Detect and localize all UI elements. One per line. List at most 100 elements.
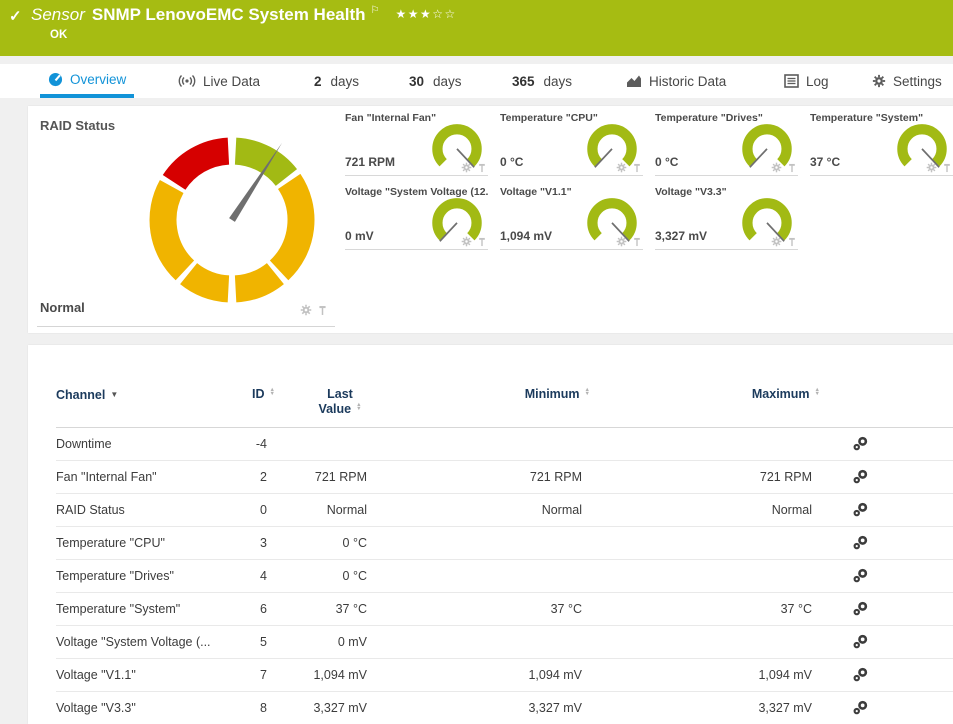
gauge-title: Voltage "V3.3"	[655, 186, 727, 198]
gauge-settings-gear-icon[interactable]	[461, 162, 472, 173]
pin-icon[interactable]	[477, 163, 487, 173]
table-row: Voltage "System Voltage (... 5 0 mV	[56, 625, 953, 658]
channel-last-value: 721 RPM	[275, 460, 375, 493]
channel-settings-icon[interactable]	[853, 601, 868, 616]
sensor-kind-label: Sensor	[31, 5, 85, 24]
status-check-icon: ✓	[9, 7, 22, 25]
priority-stars[interactable]: ★★★☆☆	[395, 7, 456, 21]
broadcast-icon	[178, 74, 196, 88]
channel-last-value: 37 °C	[275, 592, 375, 625]
table-row: Temperature "System" 6 37 °C 37 °C 37 °C	[56, 592, 953, 625]
channel-name: Fan "Internal Fan"	[56, 460, 241, 493]
gauge-settings-gear-icon[interactable]	[771, 162, 782, 173]
channel-last-value: 0 mV	[275, 625, 375, 658]
table-row: Temperature "Drives" 4 0 °C	[56, 559, 953, 592]
pin-icon[interactable]	[787, 163, 797, 173]
channel-id: 6	[241, 592, 275, 625]
gauge-value: 0 °C	[500, 155, 523, 169]
channel-maximum: Normal	[590, 493, 820, 526]
channels-panel: Channel▼ ID▲▼ LastValue▲▼ Minimum▲▼ Maxi…	[28, 345, 953, 724]
sort-icon: ▲▼	[585, 388, 590, 397]
gauge-value: 721 RPM	[345, 155, 395, 169]
channel-minimum: 721 RPM	[375, 460, 590, 493]
table-row: Voltage "V1.1" 7 1,094 mV 1,094 mV 1,094…	[56, 658, 953, 691]
tab-historic-data[interactable]: Historic Data	[618, 64, 734, 98]
channel-id: 4	[241, 559, 275, 592]
column-header-maximum[interactable]: Maximum▲▼	[590, 379, 820, 427]
gauge-value: 37 °C	[810, 155, 840, 169]
sort-icon: ▲▼	[356, 403, 361, 412]
gauge-cell-temperature-system: Temperature "System" 37 °C	[810, 112, 953, 176]
column-header-id[interactable]: ID▲▼	[241, 379, 275, 427]
channel-maximum	[590, 559, 820, 592]
pin-icon[interactable]	[632, 237, 642, 247]
channel-settings-icon[interactable]	[853, 568, 868, 583]
pin-icon[interactable]	[632, 163, 642, 173]
tab-live-data[interactable]: Live Data	[170, 64, 268, 98]
channel-settings-icon[interactable]	[853, 667, 868, 682]
gauge-settings-gear-icon[interactable]	[616, 162, 627, 173]
gauge-settings-gear-icon[interactable]	[771, 236, 782, 247]
sort-icon: ▲▼	[270, 388, 275, 397]
tab-30-days[interactable]: 30 days	[401, 64, 470, 98]
pin-icon[interactable]	[317, 305, 328, 316]
channel-maximum: 1,094 mV	[590, 658, 820, 691]
channel-id: 3	[241, 526, 275, 559]
gauge-title: Fan "Internal Fan"	[345, 112, 436, 124]
gauge-value: 0 mV	[345, 229, 374, 243]
channel-last-value: 1,094 mV	[275, 658, 375, 691]
status-badge: OK	[50, 29, 67, 41]
channel-name: Voltage "V3.3"	[56, 691, 241, 724]
channel-settings-icon[interactable]	[853, 436, 868, 451]
channel-minimum	[375, 625, 590, 658]
gauge-value: 3,327 mV	[655, 229, 707, 243]
column-header-channel[interactable]: Channel▼	[56, 379, 241, 427]
table-row: Voltage "V3.3" 8 3,327 mV 3,327 mV 3,327…	[56, 691, 953, 724]
table-row: RAID Status 0 Normal Normal Normal	[56, 493, 953, 526]
gauge-settings-gear-icon[interactable]	[616, 236, 627, 247]
column-header-last-value[interactable]: LastValue▲▼	[275, 379, 375, 427]
channel-name: Voltage "V1.1"	[56, 658, 241, 691]
tab-365-days[interactable]: 365 days	[504, 64, 580, 98]
channel-last-value: 0 °C	[275, 526, 375, 559]
sort-icon: ▲▼	[815, 388, 820, 397]
pin-icon[interactable]	[477, 237, 487, 247]
channel-settings-icon[interactable]	[853, 634, 868, 649]
table-row: Temperature "CPU" 3 0 °C	[56, 526, 953, 559]
gauge-settings-gear-icon[interactable]	[300, 304, 312, 316]
channel-minimum	[375, 559, 590, 592]
channel-id: 2	[241, 460, 275, 493]
channel-minimum	[375, 427, 590, 460]
channel-minimum: 1,094 mV	[375, 658, 590, 691]
pin-icon[interactable]	[787, 237, 797, 247]
column-header-minimum[interactable]: Minimum▲▼	[375, 379, 590, 427]
pin-icon[interactable]	[942, 163, 952, 173]
channel-settings-icon[interactable]	[853, 469, 868, 484]
page-title: SNMP LenovoEMC System Health	[92, 5, 366, 24]
channel-maximum: 37 °C	[590, 592, 820, 625]
gauge-cell-temperature-drives: Temperature "Drives" 0 °C	[655, 112, 798, 176]
tab-log[interactable]: Log	[776, 64, 837, 98]
gauge-cell-voltage-v1-1: Voltage "V1.1" 1,094 mV	[500, 186, 643, 250]
tab-settings[interactable]: Settings	[864, 64, 950, 98]
gauge-settings-gear-icon[interactable]	[461, 236, 472, 247]
gauge-settings-gear-icon[interactable]	[926, 162, 937, 173]
channel-id: 7	[241, 658, 275, 691]
raid-gauge-title: RAID Status	[40, 118, 115, 133]
tab-2-days[interactable]: 2 days	[306, 64, 367, 98]
raid-status-value: Normal	[40, 300, 85, 315]
stars-filled: ★★★	[395, 7, 432, 21]
gauge-cell-fan-internal-fan: Fan "Internal Fan" 721 RPM	[345, 112, 488, 176]
chart-icon	[626, 74, 642, 88]
gauge-value: 1,094 mV	[500, 229, 552, 243]
channel-settings-icon[interactable]	[853, 700, 868, 715]
flag-icon: ⚐	[371, 5, 380, 16]
channel-id: -4	[241, 427, 275, 460]
channel-settings-icon[interactable]	[853, 535, 868, 550]
channel-last-value	[275, 427, 375, 460]
channels-table: Channel▼ ID▲▼ LastValue▲▼ Minimum▲▼ Maxi…	[56, 379, 953, 724]
tab-overview[interactable]: Overview	[40, 64, 134, 98]
channel-last-value: 3,327 mV	[275, 691, 375, 724]
channel-settings-icon[interactable]	[853, 502, 868, 517]
log-icon	[784, 74, 799, 88]
